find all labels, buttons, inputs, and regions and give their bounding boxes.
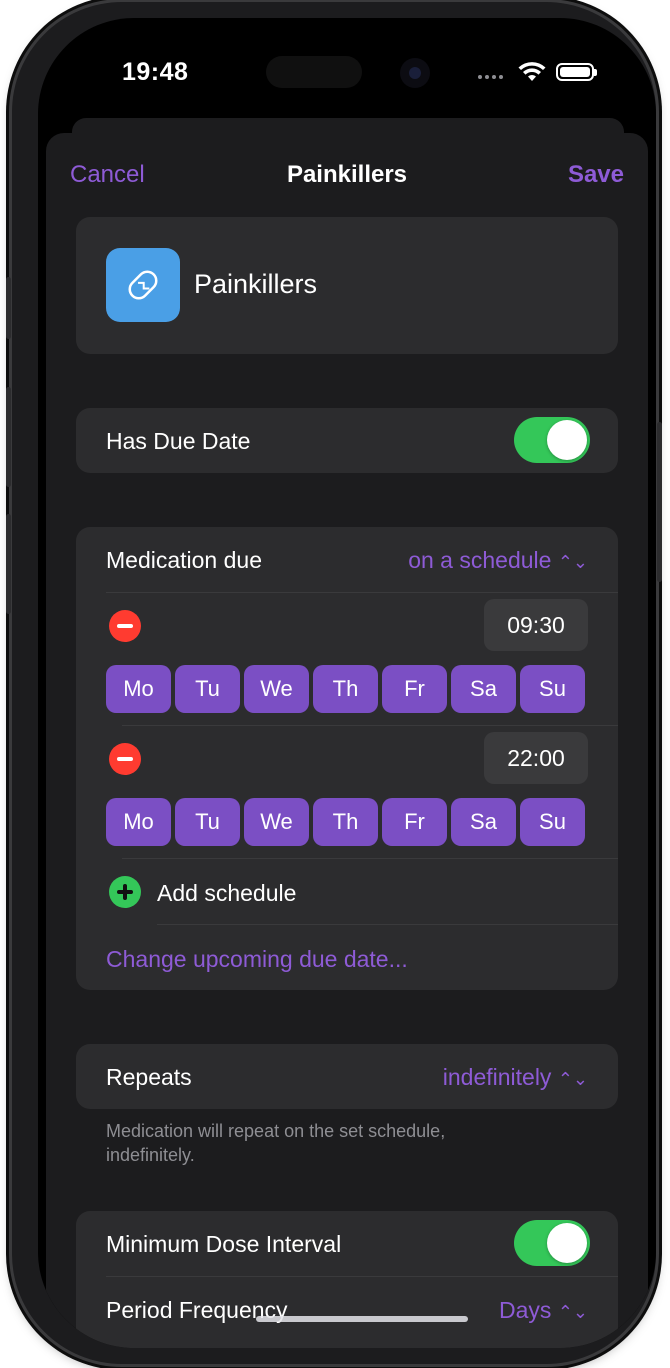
remove-schedule-button[interactable]	[109, 743, 141, 775]
status-bar: 19:48	[38, 18, 656, 128]
page-title: Painkillers	[286, 161, 408, 188]
day-chip-sa[interactable]: Sa	[451, 798, 516, 846]
edit-sheet: Cancel Painkillers Save Painkillers Has …	[46, 133, 648, 1348]
pill-icon	[128, 270, 158, 300]
home-indicator[interactable]	[256, 1316, 468, 1322]
weekday-selector: Mo Tu We Th Fr Sa Su	[106, 665, 585, 713]
chevron-updown-icon: ⌃⌄	[557, 1069, 588, 1089]
battery-icon	[556, 63, 597, 81]
save-button[interactable]: Save	[568, 161, 624, 189]
repeats-value: indefinitely	[442, 1064, 552, 1090]
day-chip-tu[interactable]: Tu	[175, 798, 240, 846]
divider	[122, 858, 618, 859]
min-dose-label: Minimum Dose Interval	[106, 1231, 342, 1257]
phone-frame: 19:48 Cancel Painkillers Save Painkiller…	[6, 2, 662, 1364]
schedule-time-picker[interactable]: 09:30	[484, 599, 588, 651]
due-date-card: Has Due Date	[76, 408, 618, 473]
period-frequency-select[interactable]: Days ⌃⌄	[499, 1297, 588, 1324]
period-frequency-value: Days	[499, 1297, 552, 1323]
has-due-date-label: Has Due Date	[106, 428, 251, 454]
day-chip-fr[interactable]: Fr	[382, 665, 447, 713]
dynamic-island	[266, 56, 362, 88]
repeats-footnote: Medication will repeat on the set schedu…	[106, 1121, 446, 1165]
divider	[106, 1276, 618, 1277]
day-chip-sa[interactable]: Sa	[451, 665, 516, 713]
day-chip-fr[interactable]: Fr	[382, 798, 447, 846]
day-chip-th[interactable]: Th	[313, 798, 378, 846]
min-dose-toggle[interactable]	[514, 1220, 590, 1266]
remove-schedule-button[interactable]	[109, 610, 141, 642]
divider	[122, 725, 618, 726]
medication-icon-button[interactable]	[106, 248, 180, 322]
day-chip-we[interactable]: We	[244, 798, 309, 846]
has-due-date-toggle[interactable]	[514, 417, 590, 463]
medication-name-card: Painkillers	[76, 217, 618, 354]
repeats-label: Repeats	[106, 1064, 192, 1090]
repeats-select[interactable]: indefinitely ⌃⌄	[443, 1064, 588, 1091]
action-button	[6, 277, 11, 339]
weekday-selector: Mo Tu We Th Fr Sa Su	[106, 798, 585, 846]
day-chip-mo[interactable]: Mo	[106, 798, 171, 846]
add-schedule-icon[interactable]	[109, 876, 141, 908]
schedule-time-picker[interactable]: 22:00	[484, 732, 588, 784]
chevron-updown-icon: ⌃⌄	[557, 1302, 588, 1322]
repeats-card: Repeats indefinitely ⌃⌄	[76, 1044, 618, 1109]
dose-interval-card: Minimum Dose Interval Period Frequency D…	[76, 1211, 618, 1348]
day-chip-su[interactable]: Su	[520, 665, 585, 713]
divider	[106, 592, 618, 593]
screen: 19:48 Cancel Painkillers Save Painkiller…	[38, 18, 656, 1348]
day-chip-su[interactable]: Su	[520, 798, 585, 846]
status-time: 19:48	[122, 58, 189, 86]
day-chip-th[interactable]: Th	[313, 665, 378, 713]
front-camera	[400, 58, 430, 88]
power-button	[657, 422, 662, 582]
schedule-card: Medication due on a schedule ⌃⌄ 09:30 Mo…	[76, 527, 618, 990]
medication-due-value: on a schedule	[408, 547, 552, 573]
change-due-date-link[interactable]: Change upcoming due date...	[106, 946, 408, 973]
day-chip-mo[interactable]: Mo	[106, 665, 171, 713]
wifi-icon	[518, 62, 546, 81]
day-chip-we[interactable]: We	[244, 665, 309, 713]
cellular-icon	[478, 75, 503, 79]
chevron-updown-icon: ⌃⌄	[557, 552, 588, 572]
medication-name-field[interactable]: Painkillers	[194, 269, 317, 300]
medication-due-label: Medication due	[106, 547, 262, 573]
volume-up-button	[6, 387, 11, 487]
day-chip-tu[interactable]: Tu	[175, 665, 240, 713]
volume-down-button	[6, 514, 11, 614]
add-schedule-button[interactable]: Add schedule	[157, 880, 296, 907]
nav-bar: Cancel Painkillers Save	[46, 133, 648, 213]
medication-due-select[interactable]: on a schedule ⌃⌄	[408, 547, 588, 574]
divider	[157, 924, 618, 925]
